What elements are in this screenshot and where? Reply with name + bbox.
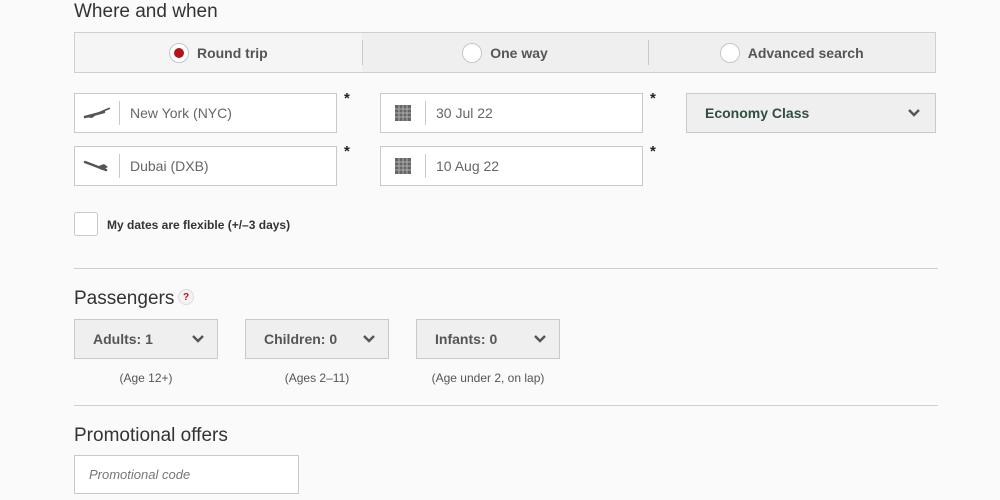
children-value: Children: 0 xyxy=(264,331,338,347)
passengers-heading: Passengers xyxy=(74,288,175,309)
required-marker: * xyxy=(650,143,656,160)
depart-date-input[interactable] xyxy=(426,104,638,122)
promo-code-field[interactable] xyxy=(74,455,299,494)
trip-label: Round trip xyxy=(196,44,268,61)
destination-field[interactable] xyxy=(74,146,337,186)
trip-type-selector: Round trip One way Advanced search xyxy=(74,32,936,73)
destination-input[interactable] xyxy=(120,157,332,175)
required-marker: * xyxy=(344,143,350,160)
where-when-heading: Where and when xyxy=(74,1,218,22)
infants-select[interactable]: Infants: 0 xyxy=(416,319,560,359)
children-note: (Ages 2–11) xyxy=(284,371,350,385)
plane-takeoff-icon xyxy=(75,101,120,125)
required-marker: * xyxy=(344,90,350,107)
plane-landing-icon xyxy=(75,154,120,178)
calendar-icon[interactable] xyxy=(381,154,426,178)
radio-selected-dot xyxy=(173,47,184,58)
trip-type-round-trip[interactable]: Round trip xyxy=(75,33,362,72)
adults-select[interactable]: Adults: 1 xyxy=(74,319,218,359)
section-divider xyxy=(74,268,938,269)
adults-group: Adults: 1 (Age 12+) xyxy=(74,319,218,385)
chevron-down-icon xyxy=(908,109,920,117)
adults-value: Adults: 1 xyxy=(93,331,153,347)
flexible-dates-label[interactable]: My dates are flexible (+/–3 days) xyxy=(107,218,290,232)
chevron-down-icon xyxy=(363,335,375,343)
required-marker: * xyxy=(650,90,656,107)
cabin-class-value: Economy Class xyxy=(705,105,810,121)
calendar-icon[interactable] xyxy=(381,101,426,125)
origin-field[interactable] xyxy=(74,93,337,133)
children-group: Children: 0 (Ages 2–11) xyxy=(245,319,389,385)
adults-note: (Age 12+) xyxy=(119,371,173,385)
trip-label: One way xyxy=(490,44,548,61)
origin-input[interactable] xyxy=(120,104,332,122)
chevron-down-icon xyxy=(192,335,204,343)
chevron-down-icon xyxy=(534,335,546,343)
trip-label: Advanced search xyxy=(747,44,864,61)
radio-round-trip[interactable] xyxy=(168,42,189,63)
infants-note: (Age under 2, on lap) xyxy=(431,371,545,385)
flexible-dates-checkbox[interactable] xyxy=(74,212,98,236)
promo-code-input[interactable] xyxy=(75,466,291,483)
infants-group: Infants: 0 (Age under 2, on lap) xyxy=(416,319,560,385)
return-date-field[interactable] xyxy=(380,146,643,186)
promo-heading: Promotional offers xyxy=(74,425,228,446)
depart-date-field[interactable] xyxy=(380,93,643,133)
trip-type-advanced-search[interactable]: Advanced search xyxy=(648,33,935,72)
help-icon[interactable]: ? xyxy=(178,289,194,305)
radio-advanced-search[interactable] xyxy=(719,42,740,63)
trip-type-one-way[interactable]: One way xyxy=(361,33,649,72)
infants-value: Infants: 0 xyxy=(435,331,498,347)
cabin-class-select[interactable]: Economy Class xyxy=(686,93,936,133)
children-select[interactable]: Children: 0 xyxy=(245,319,389,359)
section-divider xyxy=(74,405,938,406)
return-date-input[interactable] xyxy=(426,157,638,175)
radio-one-way[interactable] xyxy=(462,42,483,63)
